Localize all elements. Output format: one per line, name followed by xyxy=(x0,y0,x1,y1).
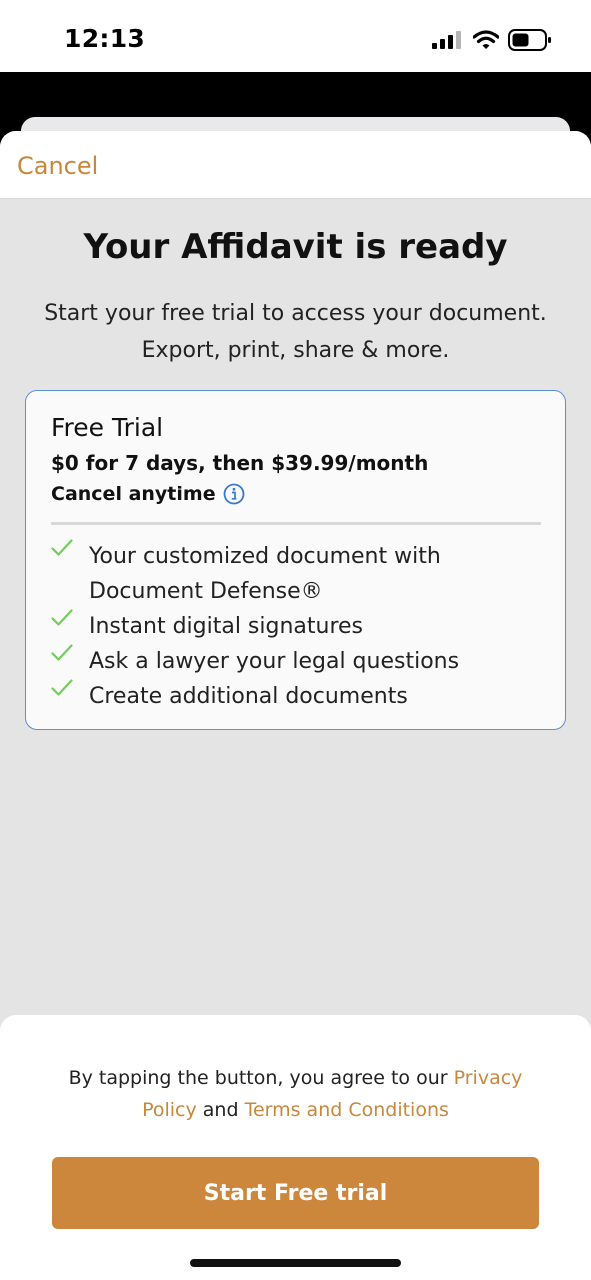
nav-bar: Cancel xyxy=(0,131,591,199)
terms-notice: By tapping the button, you agree to our … xyxy=(40,1062,551,1126)
terms-and-conditions-link[interactable]: Terms and Conditions xyxy=(245,1099,449,1121)
free-trial-plan-card[interactable]: Free Trial $0 for 7 days, then $39.99/mo… xyxy=(25,390,566,730)
cancel-anytime-label: Cancel anytime xyxy=(51,483,216,505)
start-free-trial-button[interactable]: Start Free trial xyxy=(52,1157,539,1229)
terms-prefix: By tapping the button, you agree to our xyxy=(68,1067,454,1089)
cancel-anytime-row: Cancel anytime xyxy=(51,481,245,507)
terms-and: and xyxy=(196,1099,245,1121)
status-bar: 12:13 xyxy=(0,0,591,72)
check-icon xyxy=(51,609,73,626)
bottom-panel: By tapping the button, you agree to our … xyxy=(0,1015,591,1280)
wifi-icon xyxy=(473,30,499,49)
check-icon xyxy=(51,539,73,556)
cancel-button[interactable]: Cancel xyxy=(17,152,98,180)
subtitle-line-2: Export, print, share & more. xyxy=(141,338,450,363)
page-title: Your Affidavit is ready xyxy=(83,227,508,267)
subtitle-line-1: Start your free trial to access your doc… xyxy=(44,301,547,326)
info-icon[interactable] xyxy=(223,483,245,505)
check-icon xyxy=(51,679,73,696)
home-indicator xyxy=(190,1259,401,1267)
cellular-signal-icon xyxy=(432,31,461,49)
feature-text: Create additional documents xyxy=(89,684,408,709)
battery-icon xyxy=(508,29,551,51)
page-subtitle: Start your free trial to access your doc… xyxy=(30,295,561,369)
status-time: 12:13 xyxy=(64,24,146,53)
feature-text: Ask a lawyer your legal questions xyxy=(89,649,460,674)
card-divider xyxy=(51,522,541,525)
check-icon xyxy=(51,644,73,661)
paywall-sheet: Cancel Your Affidavit is ready Start you… xyxy=(0,131,591,1280)
feature-text: Your customized document with Document D… xyxy=(89,544,441,604)
plan-name: Free Trial xyxy=(51,413,164,442)
feature-text: Instant digital signatures xyxy=(89,614,364,639)
plan-price: $0 for 7 days, then $39.99/month xyxy=(51,451,429,475)
